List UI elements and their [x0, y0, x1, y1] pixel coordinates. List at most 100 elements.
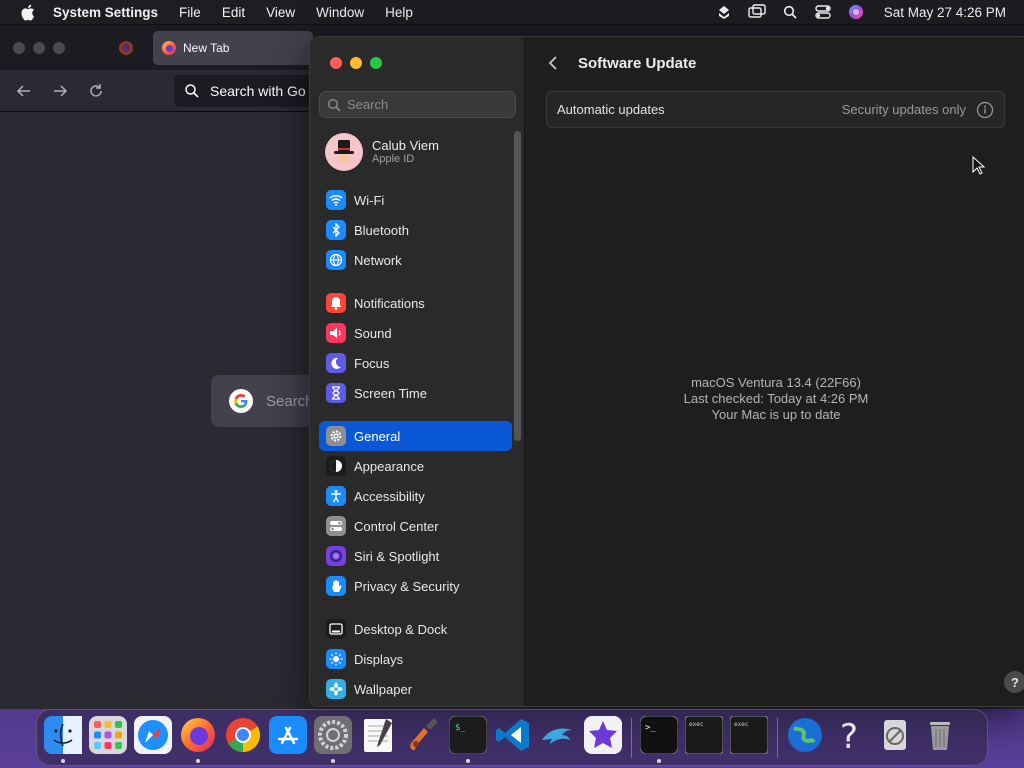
zoom-button[interactable]	[370, 57, 382, 69]
minimize-button[interactable]	[350, 57, 362, 69]
finder-icon	[44, 716, 82, 759]
close-button[interactable]	[330, 57, 342, 69]
dock-app-finder[interactable]	[44, 716, 82, 763]
sidebar-item-label: Sound	[354, 325, 392, 341]
dock-app-exec-2[interactable]: exec	[729, 715, 769, 757]
search-icon	[184, 83, 200, 99]
reload-icon[interactable]	[88, 83, 104, 99]
terminal-icon: >_	[639, 715, 679, 759]
menu-help[interactable]: Help	[385, 5, 413, 20]
dock-app-textedit[interactable]	[359, 719, 397, 757]
trash-icon	[921, 716, 959, 759]
appearance-icon	[326, 456, 346, 476]
dock-app-dolphin[interactable]	[539, 719, 577, 757]
sidebar-item-privacy-security[interactable]: Privacy & Security	[319, 571, 512, 601]
app-store-icon	[269, 716, 307, 759]
sidebar-item-appearance[interactable]: Appearance	[319, 451, 512, 481]
apple-menu-icon[interactable]	[19, 4, 35, 20]
menu-view[interactable]: View	[266, 5, 295, 20]
sidebar-item-displays[interactable]: Displays	[319, 644, 512, 674]
dock-app-chrome[interactable]	[224, 718, 262, 757]
control-center-icon[interactable]	[814, 3, 832, 21]
help-question-icon: ?	[831, 716, 869, 759]
profile-name: Calub Viem	[372, 138, 439, 153]
dock-app-safari[interactable]	[134, 716, 172, 757]
apple-id-profile[interactable]: Calub Viem Apple ID	[319, 131, 512, 173]
network-globe-icon	[786, 716, 824, 759]
sidebar-item-control-center[interactable]: Control Center	[319, 511, 512, 541]
sidebar-item-network[interactable]: Network	[319, 245, 512, 275]
sidebar-item-general[interactable]: General	[319, 421, 512, 451]
settings-main-pane: Software Update Automatic updates Securi…	[526, 37, 1024, 706]
wifi-icon	[326, 190, 346, 210]
terminal-green-icon: $_	[448, 715, 488, 759]
forward-arrow-icon[interactable]	[52, 83, 68, 99]
sidebar-item-accessibility[interactable]: Accessibility	[319, 481, 512, 511]
firefox-zoom-button[interactable]	[53, 42, 65, 54]
dock-app-terminal[interactable]: >_	[639, 715, 679, 763]
bell-icon	[326, 293, 346, 313]
automatic-updates-value[interactable]: Security updates only	[842, 102, 966, 117]
back-chevron-icon[interactable]	[542, 52, 564, 74]
shortcuts-icon[interactable]	[715, 3, 733, 21]
firefox-pinned-tab-icon[interactable]	[118, 40, 134, 56]
dock-app-firefox[interactable]	[179, 718, 217, 763]
back-arrow-icon[interactable]	[16, 83, 32, 99]
menu-clock[interactable]: Sat May 27 4:26 PM	[884, 5, 1006, 20]
sidebar-item-bluetooth[interactable]: Bluetooth	[319, 215, 512, 245]
dock-app-network-globe[interactable]	[786, 716, 824, 759]
running-indicator	[466, 758, 470, 763]
sidebar-item-focus[interactable]: Focus	[319, 348, 512, 378]
dock: $_ >_ exec exec?	[36, 709, 988, 766]
system-settings-icon	[314, 716, 352, 759]
sidebar-item-notifications[interactable]: Notifications	[319, 288, 512, 318]
sidebar-list: Calub Viem Apple ID Wi-Fi Bluetooth Networ…	[319, 131, 512, 704]
toggles-icon	[326, 516, 346, 536]
menu-window[interactable]: Window	[316, 5, 364, 20]
dolphin-icon	[539, 716, 577, 759]
siri-icon[interactable]	[847, 3, 865, 21]
mouse-pointer-icon	[972, 156, 986, 175]
sidebar-item-sound[interactable]: Sound	[319, 318, 512, 348]
dock-app-app-store[interactable]	[269, 716, 307, 759]
sidebar-item-desktop-dock[interactable]: Desktop & Dock	[319, 614, 512, 644]
dock-app-help-question[interactable]: ?	[831, 716, 869, 759]
firefox-tab-new-tab[interactable]: New Tab	[153, 31, 313, 65]
sidebar-item-label: Wi-Fi	[354, 192, 385, 208]
firefox-minimize-button[interactable]	[33, 42, 45, 54]
menu-app-name[interactable]: System Settings	[53, 5, 158, 20]
page-title: Software Update	[578, 54, 697, 72]
compressor-icon	[876, 716, 914, 759]
screen-mirroring-icon[interactable]	[747, 3, 766, 21]
avatar	[325, 133, 363, 171]
info-icon[interactable]	[976, 101, 994, 119]
sidebar-item-wi-fi[interactable]: Wi-Fi	[319, 185, 512, 215]
sidebar-item-screen-time[interactable]: Screen Time	[319, 378, 512, 408]
firefox-close-button[interactable]	[13, 42, 25, 54]
dock-app-vscode[interactable]	[494, 719, 532, 757]
help-button[interactable]: ?	[1004, 671, 1024, 693]
dock-app-trash[interactable]	[921, 719, 959, 757]
sidebar-item-label: Bluetooth	[354, 222, 409, 238]
firefox-logo-icon	[161, 40, 177, 56]
dock-app-system-settings[interactable]	[314, 716, 352, 763]
dock-app-exec-1[interactable]: exec	[684, 715, 724, 757]
spotlight-search-icon[interactable]	[781, 3, 799, 21]
dock-app-compressor[interactable]	[876, 719, 914, 757]
dock-app-launchpad[interactable]	[89, 716, 127, 757]
dock-app-imovie[interactable]	[584, 716, 622, 757]
menu-edit[interactable]: Edit	[222, 5, 245, 20]
speaker-icon	[326, 323, 346, 343]
dock-app-garageband[interactable]	[404, 718, 442, 757]
dock-separator	[777, 717, 778, 758]
sidebar-item-siri-spotlight[interactable]: Siri & Spotlight	[319, 541, 512, 571]
dock-app-terminal-green[interactable]: $_	[448, 715, 488, 763]
sidebar-item-label: Siri & Spotlight	[354, 548, 440, 564]
automatic-updates-label: Automatic updates	[557, 102, 665, 117]
settings-search-field[interactable]: Search	[319, 91, 516, 118]
running-indicator	[196, 758, 200, 763]
sidebar-scrollbar[interactable]	[514, 131, 521, 441]
sidebar-item-wallpaper[interactable]: Wallpaper	[319, 674, 512, 704]
update-status: macOS Ventura 13.4 (22F66) Last checked:…	[526, 375, 1024, 423]
menu-file[interactable]: File	[179, 5, 201, 20]
